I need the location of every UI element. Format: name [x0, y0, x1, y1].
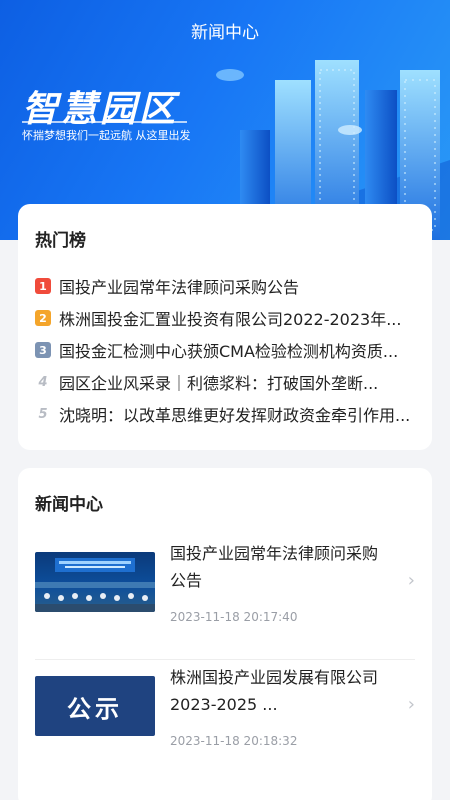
hot-list-card: 热门榜 1 国投产业园常年法律顾问采购公告 2 株洲国投金汇置业投资有限公司20… — [18, 204, 432, 450]
hot-item-5[interactable]: 5 沈晓明：以改革思维更好发挥财政资金牵引作用... — [35, 398, 420, 430]
hot-item-text: 沈晓明：以改革思维更好发挥财政资金牵引作用... — [59, 406, 411, 425]
hot-item-2[interactable]: 2 株洲国投金汇置业投资有限公司2022-2023年... — [35, 302, 420, 334]
news-thumbnail: 公示 — [35, 676, 155, 736]
news-title: 株洲国投产业园发展有限公司2023-2025 ... — [170, 668, 379, 714]
rank-number: 4 — [38, 374, 48, 390]
news-title: 国投产业园常年法律顾问采购公告 — [170, 544, 379, 590]
brand-underline — [22, 121, 187, 123]
news-date: 2023-11-18 20:17:40 — [170, 610, 298, 624]
hot-item-4[interactable]: 4 园区企业风采录｜利德浆料：打破国外垄断... — [35, 366, 420, 398]
hot-list-title: 热门榜 — [35, 231, 86, 251]
brand-title: 智慧园区 — [22, 89, 179, 130]
rank-badge: 3 — [35, 342, 51, 358]
meeting-photo-icon — [35, 558, 155, 612]
hot-item-text: 株洲国投金汇置业投资有限公司2022-2023年... — [59, 310, 402, 329]
news-item[interactable]: 国投产业园常年法律顾问采购公告 2023-11-18 20:17:40 › — [35, 538, 415, 660]
hot-item-1[interactable]: 1 国投产业园常年法律顾问采购公告 — [35, 270, 420, 302]
hot-item-text: 园区企业风采录｜利德浆料：打破国外垄断... — [59, 374, 379, 393]
news-date: 2023-11-18 20:18:32 — [170, 734, 298, 748]
divider — [35, 659, 415, 660]
thumbnail-label: 公示 — [67, 694, 123, 723]
rank-badge: 1 — [35, 278, 51, 294]
rank-number: 5 — [38, 406, 48, 422]
hot-item-3[interactable]: 3 国投金汇检测中心获颁CMA检验检测机构资质... — [35, 334, 420, 366]
news-thumbnail — [35, 552, 155, 612]
hot-item-text: 国投金汇检测中心获颁CMA检验检测机构资质... — [59, 342, 399, 361]
chevron-right-icon: › — [407, 570, 415, 591]
rank-badge: 2 — [35, 310, 51, 326]
news-center-title: 新闻中心 — [35, 495, 103, 515]
hot-item-text: 国投产业园常年法律顾问采购公告 — [59, 278, 300, 297]
news-item[interactable]: 公示 株洲国投产业园发展有限公司2023-2025 ... 2023-11-18… — [35, 662, 415, 774]
hot-list: 1 国投产业园常年法律顾问采购公告 2 株洲国投金汇置业投资有限公司2022-2… — [35, 270, 420, 430]
brand-slogan: 怀揣梦想我们一起远航 从这里出发 — [22, 129, 191, 142]
news-center-card: 新闻中心 国投产业园常年法律顾问采购公告 2023-11-18 20:17:40… — [18, 468, 432, 800]
chevron-right-icon: › — [407, 694, 415, 715]
